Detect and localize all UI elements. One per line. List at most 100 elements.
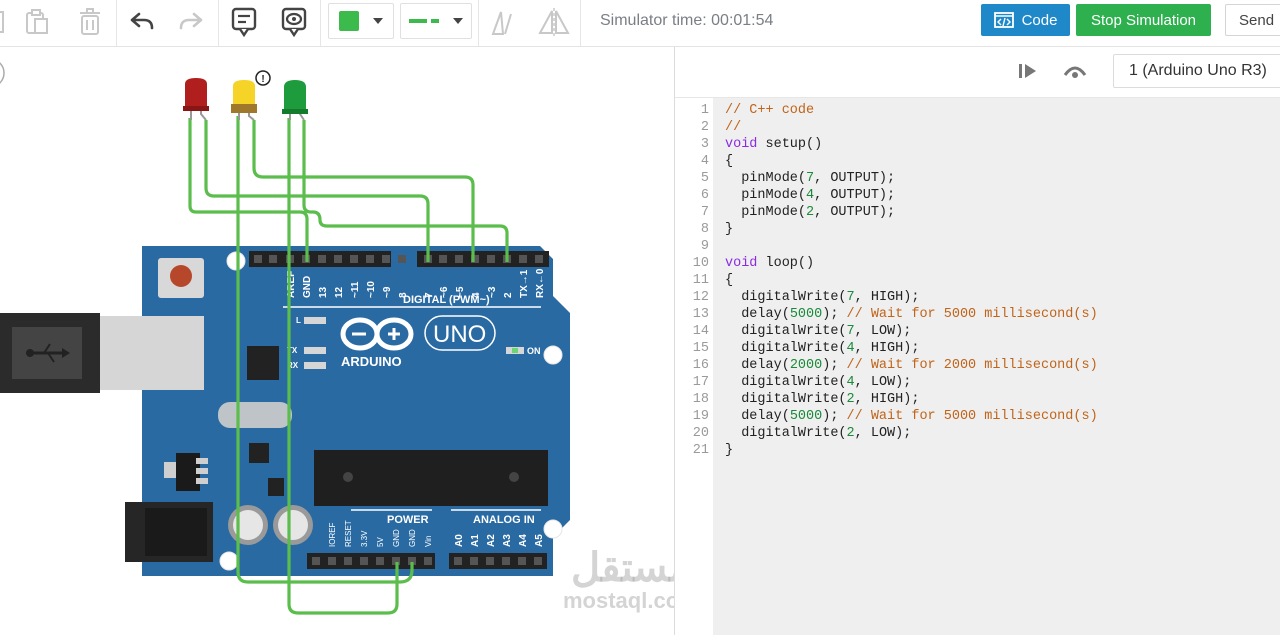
code-line[interactable]: 16 delay(2000); // Wait for 2000 millise… [675,357,1280,374]
line-number: 15 [692,341,709,356]
zoom-fit-control[interactable] [0,59,5,87]
pin-socket[interactable] [535,255,543,263]
pin-socket[interactable] [350,255,358,263]
code-line[interactable]: 5 pinMode(7, OUTPUT); [675,170,1280,187]
pin-socket[interactable] [366,255,374,263]
pin-socket[interactable] [318,255,326,263]
device-select[interactable]: 1 (Arduino Uno R3) [1113,54,1280,88]
wire-yellow-pin4[interactable] [252,120,475,262]
code-text: // C++ code [725,103,815,118]
code-line[interactable]: 4{ [675,153,1280,170]
code-text: digitalWrite(7, LOW); [725,324,912,339]
pin-socket[interactable] [439,255,447,263]
code-line[interactable]: 9 [675,238,1280,255]
code-line[interactable]: 21} [675,442,1280,459]
code-line[interactable]: 11 { [675,272,1280,289]
fill-swatch [339,11,359,31]
code-text: digitalWrite(2, LOW); [725,426,912,441]
code-line[interactable]: 20 digitalWrite(2, LOW); [675,425,1280,442]
code-text: digitalWrite(7, HIGH); [725,290,920,305]
code-text: pinMode(4, OUTPUT); [725,188,896,203]
analog-pin-label: A3 [502,534,513,547]
pin-socket[interactable] [360,557,368,565]
circuit-canvas[interactable]: L TX RX ON ARDUINO UNO DIGITAL (PWM~) PO… [0,47,699,635]
code-line[interactable]: 1 // C++ code [675,102,1280,119]
code-line[interactable]: 3 void setup() [675,136,1280,153]
step-icon[interactable] [1017,61,1039,86]
code-line[interactable]: 15 digitalWrite(4, HIGH); [675,340,1280,357]
code-text: digitalWrite(4, LOW); [725,375,912,390]
line-number: 6 [700,188,709,203]
code-text: delay(5000); // Wait for 5000 millisecon… [725,409,1098,424]
pin-socket[interactable] [487,255,495,263]
pin-socket[interactable] [454,557,462,565]
pin-socket[interactable] [534,557,542,565]
line-number: 20 [692,426,709,441]
pin-socket[interactable] [254,255,262,263]
power-pin-label: GND [392,529,401,547]
code-button[interactable]: Code [981,4,1070,36]
code-line[interactable]: 14 digitalWrite(7, LOW); [675,323,1280,340]
line-number: 2 [700,120,709,135]
wire-green-pin2[interactable] [302,120,509,262]
power-label: POWER [387,514,429,526]
undo-icon[interactable] [127,6,157,38]
send-button[interactable]: Send [1225,4,1280,36]
debugger-icon[interactable] [1062,61,1088,86]
code-line[interactable]: 13 delay(5000); // Wait for 5000 millise… [675,306,1280,323]
code-line[interactable]: 18 digitalWrite(2, HIGH); [675,391,1280,408]
pin-socket[interactable] [398,255,406,263]
arduino-uno-board[interactable]: L TX RX ON ARDUINO UNO DIGITAL (PWM~) PO… [0,246,570,576]
line-style-picker[interactable] [400,3,472,39]
led-green[interactable] [282,80,308,121]
code-line[interactable]: 10 void loop() [675,255,1280,272]
digital-pin-label: GND [302,276,313,298]
led-red[interactable] [183,78,209,121]
line-number: 14 [692,324,709,339]
visibility-icon[interactable] [279,6,309,38]
code-text: pinMode(7, OUTPUT); [725,171,896,186]
line-number: 9 [700,239,709,254]
pin-socket[interactable] [424,557,432,565]
pin-socket[interactable] [269,255,277,263]
code-text: digitalWrite(4, HIGH); [725,341,920,356]
pin-socket[interactable] [328,557,336,565]
pin-socket[interactable] [519,255,527,263]
pin-socket[interactable] [470,557,478,565]
send-button-label: Send [1239,11,1275,29]
delete-icon[interactable] [75,6,105,38]
pin-socket[interactable] [382,255,390,263]
mounting-hole [219,551,239,571]
flip-icon[interactable] [537,6,571,38]
redo-icon[interactable] [176,6,206,38]
analog-header [449,553,547,569]
stop-simulation-button[interactable]: Stop Simulation [1076,4,1211,36]
pin-socket[interactable] [486,557,494,565]
pin-socket[interactable] [334,255,342,263]
pin-socket[interactable] [455,255,463,263]
paste-icon[interactable] [22,6,52,38]
line-number: 1 [700,103,709,118]
note-icon[interactable] [229,6,259,38]
toolbar: Simulator time: 00:01:54 Code Stop Simul… [0,0,1280,47]
pin-socket[interactable] [518,557,526,565]
color-picker[interactable] [328,3,394,39]
code-line[interactable]: 12 digitalWrite(7, HIGH); [675,289,1280,306]
code-line[interactable]: 7 pinMode(2, OUTPUT); [675,204,1280,221]
code-text: void loop() [725,256,815,271]
pin-socket[interactable] [502,557,510,565]
pin-socket[interactable] [344,557,352,565]
chevron-down-icon [373,18,383,24]
code-line[interactable]: 19 delay(5000); // Wait for 5000 millise… [675,408,1280,425]
code-line[interactable]: 6 pinMode(4, OUTPUT); [675,187,1280,204]
pin-socket[interactable] [376,557,384,565]
digital-pin-label: 2 [503,292,514,298]
led-yellow[interactable] [231,80,257,121]
code-line[interactable]: 2 // [675,119,1280,136]
code-line[interactable]: 8} [675,221,1280,238]
mirror-icon[interactable] [487,6,517,38]
code-panel-header: 1 (Arduino Uno R3) [675,47,1280,98]
circuit-diagram[interactable]: L TX RX ON ARDUINO UNO DIGITAL (PWM~) PO… [0,47,675,635]
code-line[interactable]: 17 digitalWrite(4, LOW); [675,374,1280,391]
partial-icon[interactable] [0,6,6,38]
